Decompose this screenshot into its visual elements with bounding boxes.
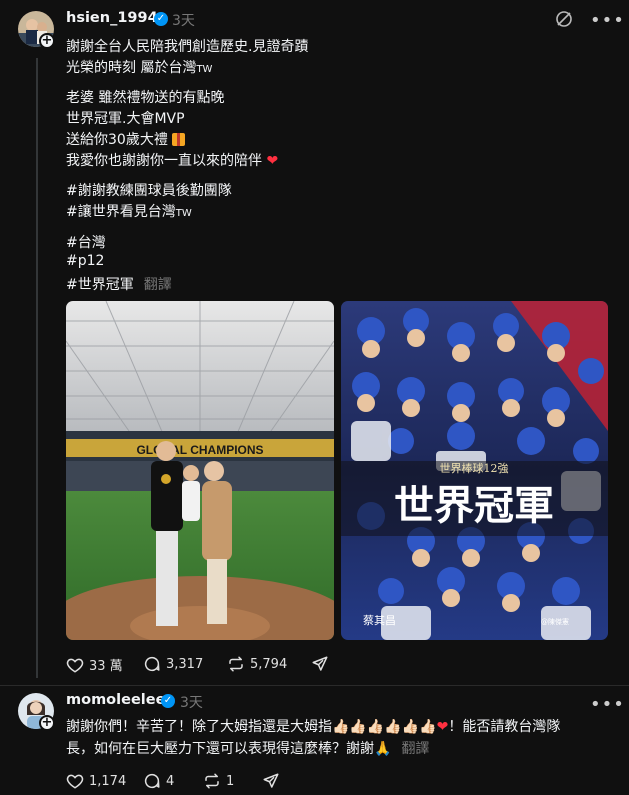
reply-repost-button[interactable]: 1 (203, 772, 234, 790)
post-share-button[interactable] (311, 655, 329, 673)
post-line-6: 我愛你也謝謝你一直以來的陪伴 ❤ (66, 153, 279, 169)
post-line-4: 世界冠軍.大會MVP (66, 111, 185, 127)
gift-icon (172, 133, 186, 146)
reply-more-icon[interactable]: ••• (590, 696, 625, 714)
thread-line (36, 58, 38, 678)
reply-username[interactable]: momoleelee (66, 692, 165, 708)
photo1-banner: GLOBAL CHAMPIONS (136, 443, 263, 457)
post-line-2: 光榮的時刻 屬於台灣TW (66, 60, 213, 76)
more-icon[interactable]: ••• (590, 12, 625, 30)
photo2-name: 蔡其昌 (363, 614, 396, 627)
follow-plus-icon[interactable]: + (39, 33, 55, 49)
post-repost-count: 5,794 (250, 656, 288, 672)
post-hashtag-2[interactable]: #讓世界看見台灣TW (66, 201, 192, 221)
repost-icon (229, 656, 243, 672)
reply-heart-icon: ❤ (436, 719, 449, 735)
reply-follow-plus-icon[interactable]: + (39, 715, 55, 731)
share-icon (312, 656, 328, 671)
heart-icon (66, 774, 84, 789)
reply-line-1: 謝謝你們！辛苦了！除了大姆指還是大姆指👍🏻👍🏻👍🏻👍🏻👍🏻👍🏻❤！能否請教台灣隊 (66, 719, 561, 735)
post-comment-button[interactable]: 3,317 (143, 655, 203, 673)
heart-icon (66, 658, 84, 673)
translate-link[interactable]: 翻譯 (144, 277, 172, 293)
post-like-count: 33 萬 (89, 659, 123, 674)
post-hashtag-5[interactable]: #世界冠軍 翻譯 (66, 274, 172, 294)
post-line-1: 謝謝全台人民陪我們創造歷史.見證奇蹟 (66, 39, 309, 55)
post-line-3: 老婆 雖然禮物送的有點晚 (66, 90, 225, 106)
mute-icon[interactable] (555, 10, 573, 32)
comment-icon (144, 773, 160, 789)
reply-like-button[interactable]: 1,174 (66, 772, 126, 790)
repost-icon (205, 773, 219, 789)
photo2-title: 世界冠軍 (394, 482, 554, 529)
post-line-5: 送給你30歲大禮 (66, 129, 186, 149)
reply-like-count: 1,174 (89, 773, 127, 789)
photo2-subtitle: 世界棒球12強 (440, 461, 509, 475)
post-username[interactable]: hsien_1994 (66, 10, 158, 26)
post-photo-1[interactable]: GLOBAL CHAMPIONS (66, 301, 334, 640)
post-hashtag-4[interactable]: #p12 (66, 253, 104, 269)
reply-share-button[interactable] (262, 772, 280, 790)
reply-time: 3天 (180, 695, 203, 711)
reply-repost-count: 1 (226, 773, 235, 789)
comment-icon (144, 656, 160, 672)
reply-verified-icon: ✓ (161, 694, 175, 708)
post-repost-button[interactable]: 5,794 (227, 655, 287, 673)
post-time: 3天 (172, 13, 195, 29)
reply-reply-count: 4 (166, 773, 175, 789)
reply-translate-link[interactable]: 翻譯 (401, 741, 429, 757)
post-reply-count: 3,317 (166, 656, 204, 672)
post-hashtag-3[interactable]: #台灣 (66, 232, 106, 252)
photo2-footer: @陳傑憲 (541, 617, 569, 626)
post-photo-2[interactable]: 世界棒球12強 世界冠軍 蔡其昌 @陳傑憲 (341, 301, 608, 640)
divider (0, 685, 629, 686)
reply-comment-button[interactable]: 4 (143, 772, 174, 790)
post-hashtag-1[interactable]: #謝謝教練團球員後勤團隊 (66, 180, 232, 200)
heart-emoji-icon: ❤ (266, 153, 279, 169)
reply-line-2: 長，如何在巨大壓力下還可以表現得這麼棒？謝謝🙏 翻譯 (66, 741, 430, 757)
post-like-button[interactable]: 33 萬 (66, 655, 123, 674)
verified-icon: ✓ (154, 12, 168, 26)
share-icon (263, 773, 279, 788)
